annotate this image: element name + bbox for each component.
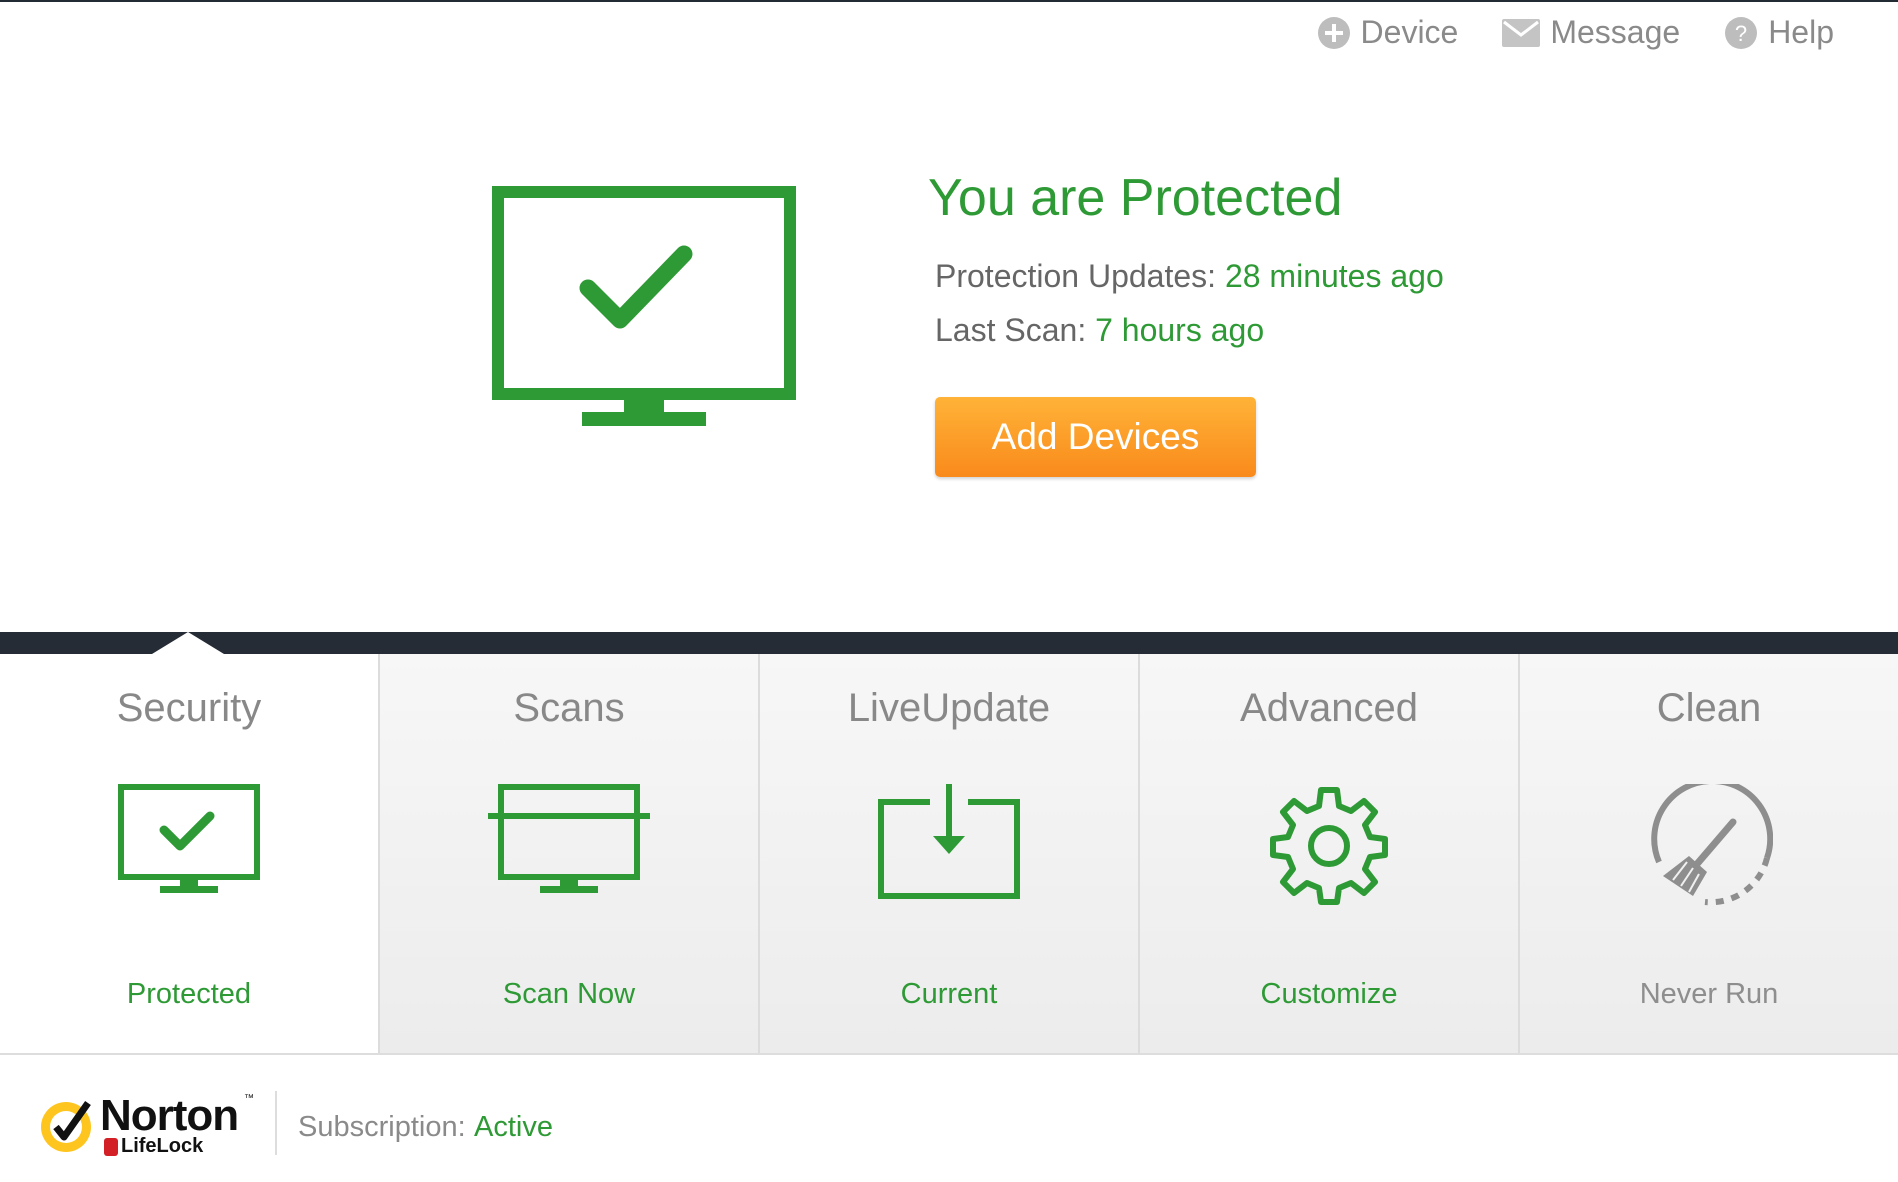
norton-lifelock-logo: Norton ™ LifeLock: [38, 1091, 254, 1158]
tab-liveupdate-status: Current: [900, 978, 998, 1010]
message-nav-button[interactable]: Message: [1502, 14, 1680, 51]
plus-circle-icon: [1317, 16, 1350, 49]
protection-updates-value: 28 minutes ago: [1224, 258, 1444, 294]
monitor-check-icon: [118, 784, 260, 893]
download-tray-icon: [878, 784, 1020, 899]
tab-scans-status: Scan Now: [502, 978, 636, 1010]
brand-trademark: ™: [244, 1093, 254, 1104]
tab-security[interactable]: Security Protected: [0, 654, 380, 1053]
device-nav-label: Device: [1360, 14, 1459, 50]
sub-brand: LifeLock: [104, 1135, 203, 1158]
help-nav-label: Help: [1768, 14, 1834, 50]
tab-advanced-status: Customize: [1260, 978, 1398, 1010]
tab-clean-label: Clean: [1656, 686, 1762, 730]
tab-advanced-label: Advanced: [1240, 686, 1418, 730]
subscription-status[interactable]: Active: [474, 1111, 553, 1144]
norton-checkmark-badge-icon: [41, 1100, 91, 1152]
help-nav-button[interactable]: ? Help: [1724, 14, 1834, 51]
last-scan-value: 7 hours ago: [1095, 312, 1265, 348]
svg-text:?: ?: [1735, 21, 1747, 46]
sub-brand-text: LifeLock: [121, 1135, 204, 1157]
envelope-icon: [1502, 18, 1541, 47]
last-scan-line: Last Scan: 7 hours ago: [935, 312, 1264, 349]
section-divider-band: [0, 632, 1898, 654]
message-nav-label: Message: [1550, 14, 1681, 50]
active-tab-pointer: [152, 632, 224, 654]
tab-scans[interactable]: Scans Scan Now: [380, 654, 760, 1053]
last-scan-label: Last Scan:: [935, 312, 1087, 348]
brand-name: Norton: [100, 1091, 239, 1140]
monitor-scan-icon: [488, 784, 650, 893]
feature-tabs: Security Protected Scans Scan Now LiveUp…: [0, 654, 1898, 1053]
top-nav: Device Message ? Help: [1317, 14, 1834, 51]
protection-updates-line: Protection Updates: 28 minutes ago: [935, 258, 1444, 295]
tab-clean[interactable]: Clean Never Run: [1520, 654, 1898, 1053]
tab-liveupdate[interactable]: LiveUpdate Current: [760, 654, 1140, 1053]
subscription-label: Subscription:: [298, 1111, 466, 1143]
footer: Norton ™ LifeLock Subscription: Active: [0, 1053, 1898, 1182]
tab-security-status: Protected: [126, 978, 252, 1010]
tab-clean-status: Never Run: [1639, 978, 1779, 1010]
window-top-border: [0, 0, 1898, 2]
protection-status-title: You are Protected: [928, 169, 1343, 227]
device-nav-button[interactable]: Device: [1317, 14, 1459, 51]
monitor-check-icon: [492, 186, 796, 426]
tab-security-label: Security: [116, 686, 262, 730]
tab-scans-label: Scans: [513, 686, 625, 730]
gear-icon: [1270, 787, 1388, 905]
lock-icon: [104, 1137, 118, 1156]
tab-liveupdate-label: LiveUpdate: [847, 686, 1051, 730]
protection-updates-label: Protection Updates:: [935, 258, 1217, 294]
tab-advanced[interactable]: Advanced Customize: [1140, 654, 1520, 1053]
add-devices-button[interactable]: Add Devices: [935, 397, 1256, 477]
footer-divider: [275, 1091, 277, 1155]
question-circle-icon: ?: [1725, 16, 1758, 49]
broom-gauge-icon: [1651, 784, 1773, 906]
